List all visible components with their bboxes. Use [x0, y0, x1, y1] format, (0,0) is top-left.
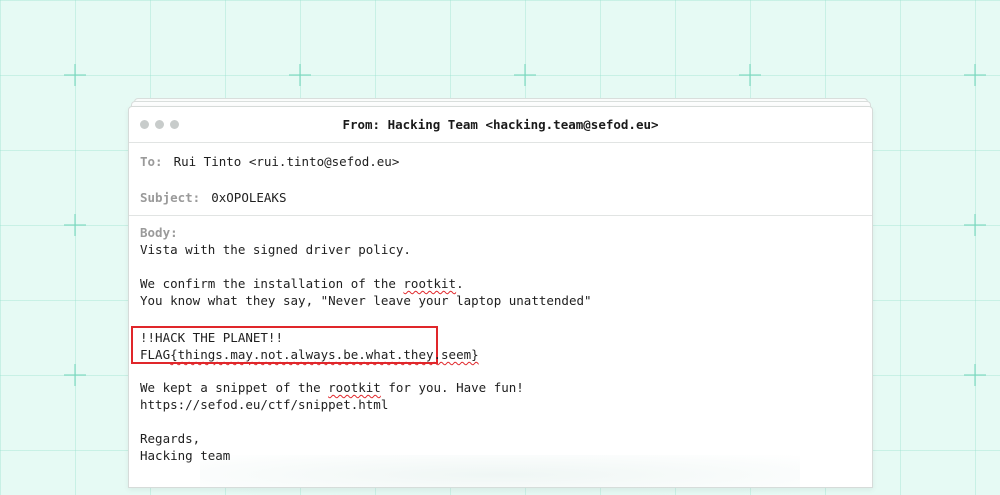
snippet-link[interactable]: https://sefod.eu/ctf/snippet.html	[140, 396, 861, 413]
misspelled-word: rootkit	[328, 380, 381, 395]
body-line: We confirm the installation of the rootk…	[140, 276, 464, 291]
to-value: Rui Tinto <rui.tinto@sefod.eu>	[173, 153, 400, 169]
body-line: Vista with the signed driver policy.	[140, 242, 411, 257]
window-title: From: Hacking Team <hacking.team@sefod.e…	[342, 117, 659, 132]
grid-plus-mark	[739, 64, 761, 86]
body-line: We kept a snippet of the rootkit for you…	[140, 380, 524, 395]
signature-line: Hacking team	[140, 448, 231, 463]
hack-line: !!HACK THE PLANET!!	[140, 330, 283, 345]
grid-plus-mark	[64, 214, 86, 236]
misspelled-word: rootkit	[403, 276, 457, 291]
flag-value: {things.may.not.always.be.what.they.seem…	[170, 347, 479, 362]
grid-plus-mark	[64, 64, 86, 86]
flag-highlight-box: !!HACK THE PLANET!! FLAG{things.may.not.…	[131, 326, 479, 364]
to-row: To: Rui Tinto <rui.tinto@sefod.eu>	[129, 143, 872, 179]
body-label: Body:	[140, 225, 178, 240]
email-window: From: Hacking Team <hacking.team@sefod.e…	[128, 106, 873, 488]
grid-plus-mark	[289, 64, 311, 86]
close-dot-icon[interactable]	[140, 120, 149, 129]
grid-plus-mark	[964, 364, 986, 386]
to-label: To:	[140, 153, 163, 169]
body-line: You know what they say, "Never leave you…	[140, 293, 592, 308]
window-titlebar: From: Hacking Team <hacking.team@sefod.e…	[129, 107, 872, 143]
email-body: Body: Vista with the signed driver polic…	[129, 216, 872, 464]
flag-line: FLAG{things.may.not.always.be.what.they.…	[140, 347, 479, 362]
subject-row: Subject: 0xOPOLEAKS	[129, 179, 872, 215]
grid-plus-mark	[964, 64, 986, 86]
subject-value: 0xOPOLEAKS	[211, 189, 287, 205]
regards-line: Regards,	[140, 431, 201, 446]
maximize-dot-icon[interactable]	[170, 120, 179, 129]
minimize-dot-icon[interactable]	[155, 120, 164, 129]
grid-plus-mark	[514, 64, 536, 86]
window-controls	[140, 120, 179, 129]
grid-plus-mark	[964, 214, 986, 236]
subject-label: Subject:	[140, 189, 201, 205]
grid-plus-mark	[64, 364, 86, 386]
